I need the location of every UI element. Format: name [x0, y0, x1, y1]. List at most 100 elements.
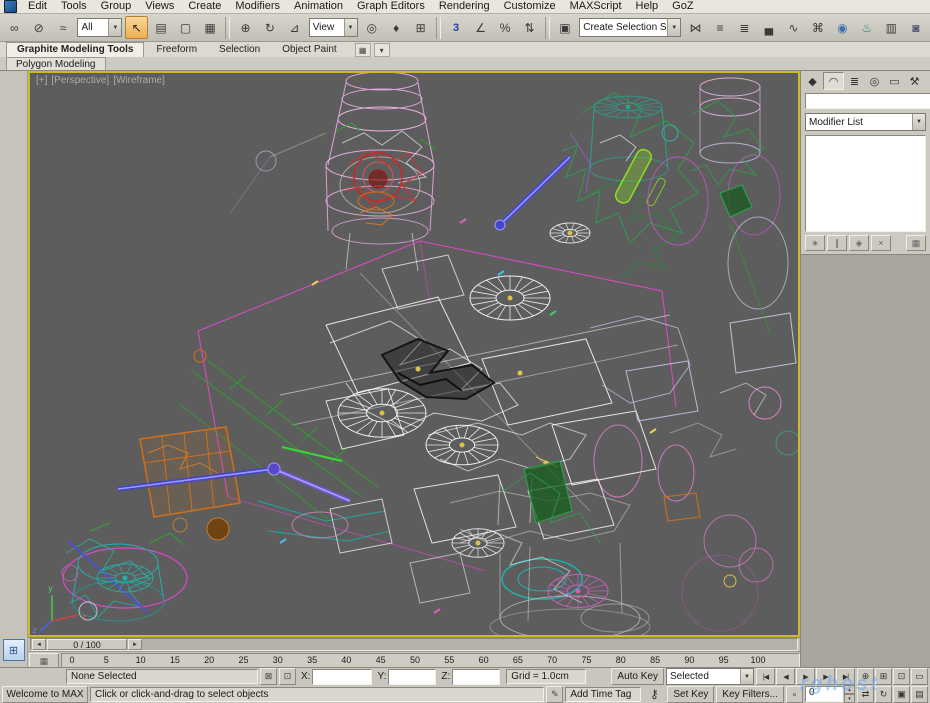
ribbon-minimize-icon[interactable]: ▾ [374, 43, 390, 57]
zoom-region-button[interactable]: ▭ [911, 668, 928, 685]
modify-panel-tab-icon[interactable]: ◠ [823, 72, 844, 90]
select-by-name-icon[interactable]: ▤ [150, 16, 172, 39]
schematic-view-icon[interactable]: ⌘ [807, 16, 829, 39]
zoom-button[interactable]: ⊕ [857, 668, 874, 685]
reference-coordinate-system-dropdown[interactable]: View▼ [309, 18, 358, 37]
utilities-panel-tab-icon[interactable]: ⚒ [905, 73, 924, 89]
maximize-viewport-button[interactable]: ▣ [893, 686, 910, 703]
menu-help[interactable]: Help [629, 0, 666, 13]
display-panel-tab-icon[interactable]: ▭ [885, 73, 904, 89]
curve-editor-icon[interactable]: ∿ [782, 16, 804, 39]
hierarchy-panel-tab-icon[interactable]: ≣ [845, 73, 864, 89]
set-key-icon[interactable]: ⚷ [643, 687, 665, 702]
angle-snap-icon[interactable]: ∠ [469, 16, 491, 39]
menu-modifiers[interactable]: Modifiers [228, 0, 287, 13]
selection-filter-dropdown-arrow-icon[interactable]: ▼ [108, 19, 121, 36]
select-object-icon[interactable]: ↖ [125, 16, 147, 39]
window-crossing-toggle-icon[interactable]: ▦ [199, 16, 221, 39]
polygon-modeling-panel-tab[interactable]: Polygon Modeling [6, 57, 106, 70]
keyboard-shortcut-override-icon[interactable]: ⊞ [409, 16, 431, 39]
material-editor-icon[interactable]: ◉ [831, 16, 853, 39]
go-to-end-button[interactable]: ▶| [836, 668, 855, 685]
go-to-start-button[interactable]: |◀ [756, 668, 775, 685]
rectangular-selection-region-icon[interactable]: ▢ [174, 16, 196, 39]
ribbon-tab-graphite-modeling-tools[interactable]: Graphite Modeling Tools [6, 42, 144, 57]
menu-rendering[interactable]: Rendering [432, 0, 497, 13]
zoom-all-button[interactable]: ⊞ [875, 668, 892, 685]
selection-lock-toggle-icon[interactable]: ⊠ [260, 668, 277, 685]
select-and-move-icon[interactable]: ⊕ [234, 16, 256, 39]
ribbon-tab-selection[interactable]: Selection [209, 43, 270, 57]
next-frame-button[interactable]: ▶ [816, 668, 835, 685]
select-and-link-icon[interactable]: ∞ [3, 16, 25, 39]
current-frame-value[interactable]: 0 [805, 686, 843, 702]
modifier-list-dropdown[interactable]: Modifier List ▼ [805, 113, 926, 131]
orbit-button[interactable]: ↻ [875, 686, 892, 703]
named-selection-sets-dropdown[interactable]: Create Selection Se▼ [579, 18, 681, 37]
pin-stack-button[interactable]: ∗ [805, 235, 825, 251]
key-mode-toggle-icon[interactable]: ∘ [786, 686, 803, 703]
x-coordinate-input[interactable] [312, 669, 372, 685]
menu-create[interactable]: Create [181, 0, 228, 13]
create-panel-tab-icon[interactable]: ◆ [803, 73, 822, 89]
bind-to-space-warp-icon[interactable]: ≈ [52, 16, 74, 39]
welcome-to-max-button[interactable]: Welcome to MAX [2, 686, 88, 703]
menu-group[interactable]: Group [94, 0, 139, 13]
frame-spin-down-icon[interactable]: ▾ [844, 694, 855, 703]
perspective-viewport[interactable]: [+] [Perspective] [Wireframe] [28, 71, 800, 637]
unlink-selection-icon[interactable]: ⊘ [27, 16, 49, 39]
graphite-ribbon-toggle-icon[interactable]: ▄ [758, 16, 780, 39]
mirror-icon[interactable]: ⋈ [684, 16, 706, 39]
ribbon-tool-icon[interactable]: ▦ [355, 43, 371, 57]
selection-filter-dropdown[interactable]: All▼ [77, 18, 122, 37]
ribbon-tab-freeform[interactable]: Freeform [146, 43, 207, 57]
time-slider-next-arrow[interactable]: ► [128, 639, 142, 650]
menu-customize[interactable]: Customize [497, 0, 563, 13]
show-end-result-button[interactable]: ∥ [827, 235, 847, 251]
viewport-general-menu[interactable]: [+] [36, 75, 47, 86]
modifier-list-arrow-icon[interactable]: ▼ [912, 114, 925, 130]
viewport-shading-menu[interactable]: [Wireframe] [113, 75, 165, 86]
key-filters-button[interactable]: Key Filters... [716, 686, 784, 703]
menu-edit[interactable]: Edit [21, 0, 54, 13]
snap-toggle-3d-icon[interactable]: 3 [445, 16, 467, 39]
menu-tools[interactable]: Tools [54, 0, 94, 13]
viewport-pov-menu[interactable]: [Perspective] [51, 75, 109, 86]
previous-frame-button[interactable]: ◀ [776, 668, 795, 685]
render-production-icon[interactable]: ◙ [905, 16, 927, 39]
current-frame-spinner[interactable]: 0 ▴ ▾ [805, 685, 855, 703]
ribbon-tab-object-paint[interactable]: Object Paint [272, 43, 346, 57]
select-and-manipulate-icon[interactable]: ♦ [385, 16, 407, 39]
reference-coordinate-system-dropdown-arrow-icon[interactable]: ▼ [344, 19, 357, 36]
menu-animation[interactable]: Animation [287, 0, 350, 13]
time-slider-track[interactable]: ◄ 0 / 100 ► [30, 638, 798, 651]
use-pivot-point-center-icon[interactable]: ◎ [361, 16, 383, 39]
menu-maxscript[interactable]: MAXScript [563, 0, 629, 13]
make-unique-button[interactable]: ◈ [849, 235, 869, 251]
menu-views[interactable]: Views [138, 0, 181, 13]
percent-snap-icon[interactable]: % [494, 16, 516, 39]
remove-modifier-button[interactable]: × [871, 235, 891, 251]
z-coordinate-input[interactable] [452, 669, 500, 685]
frame-spin-up-icon[interactable]: ▴ [844, 685, 855, 694]
time-tag-icon[interactable]: ✎ [546, 686, 563, 703]
app-icon[interactable] [4, 0, 17, 13]
spinner-snap-icon[interactable]: ⇅ [518, 16, 540, 39]
layer-manager-icon[interactable]: ≣ [733, 16, 755, 39]
object-name-input[interactable] [805, 93, 930, 109]
select-and-scale-icon[interactable]: ⊿ [283, 16, 305, 39]
select-and-rotate-icon[interactable]: ↻ [259, 16, 281, 39]
time-slider-handle[interactable]: 0 / 100 [47, 639, 127, 650]
zoom-extents-button[interactable]: ⊡ [893, 668, 910, 685]
selected-set-dropdown[interactable]: Selected ▼ [666, 668, 754, 685]
named-selection-sets-dropdown-arrow-icon[interactable]: ▼ [667, 19, 680, 36]
render-setup-icon[interactable]: ♨ [856, 16, 878, 39]
set-key-button[interactable]: Set Key [667, 686, 714, 703]
edit-named-selection-sets-icon[interactable]: ▣ [554, 16, 576, 39]
rendered-frame-window-icon[interactable]: ▥ [880, 16, 902, 39]
viewport-nav-extra-button[interactable]: ▤ [911, 686, 928, 703]
menu-graph-editors[interactable]: Graph Editors [350, 0, 432, 13]
modifier-stack-list[interactable] [805, 135, 926, 232]
configure-modifier-sets-button[interactable]: ▦ [906, 235, 926, 251]
y-coordinate-input[interactable] [388, 669, 436, 685]
